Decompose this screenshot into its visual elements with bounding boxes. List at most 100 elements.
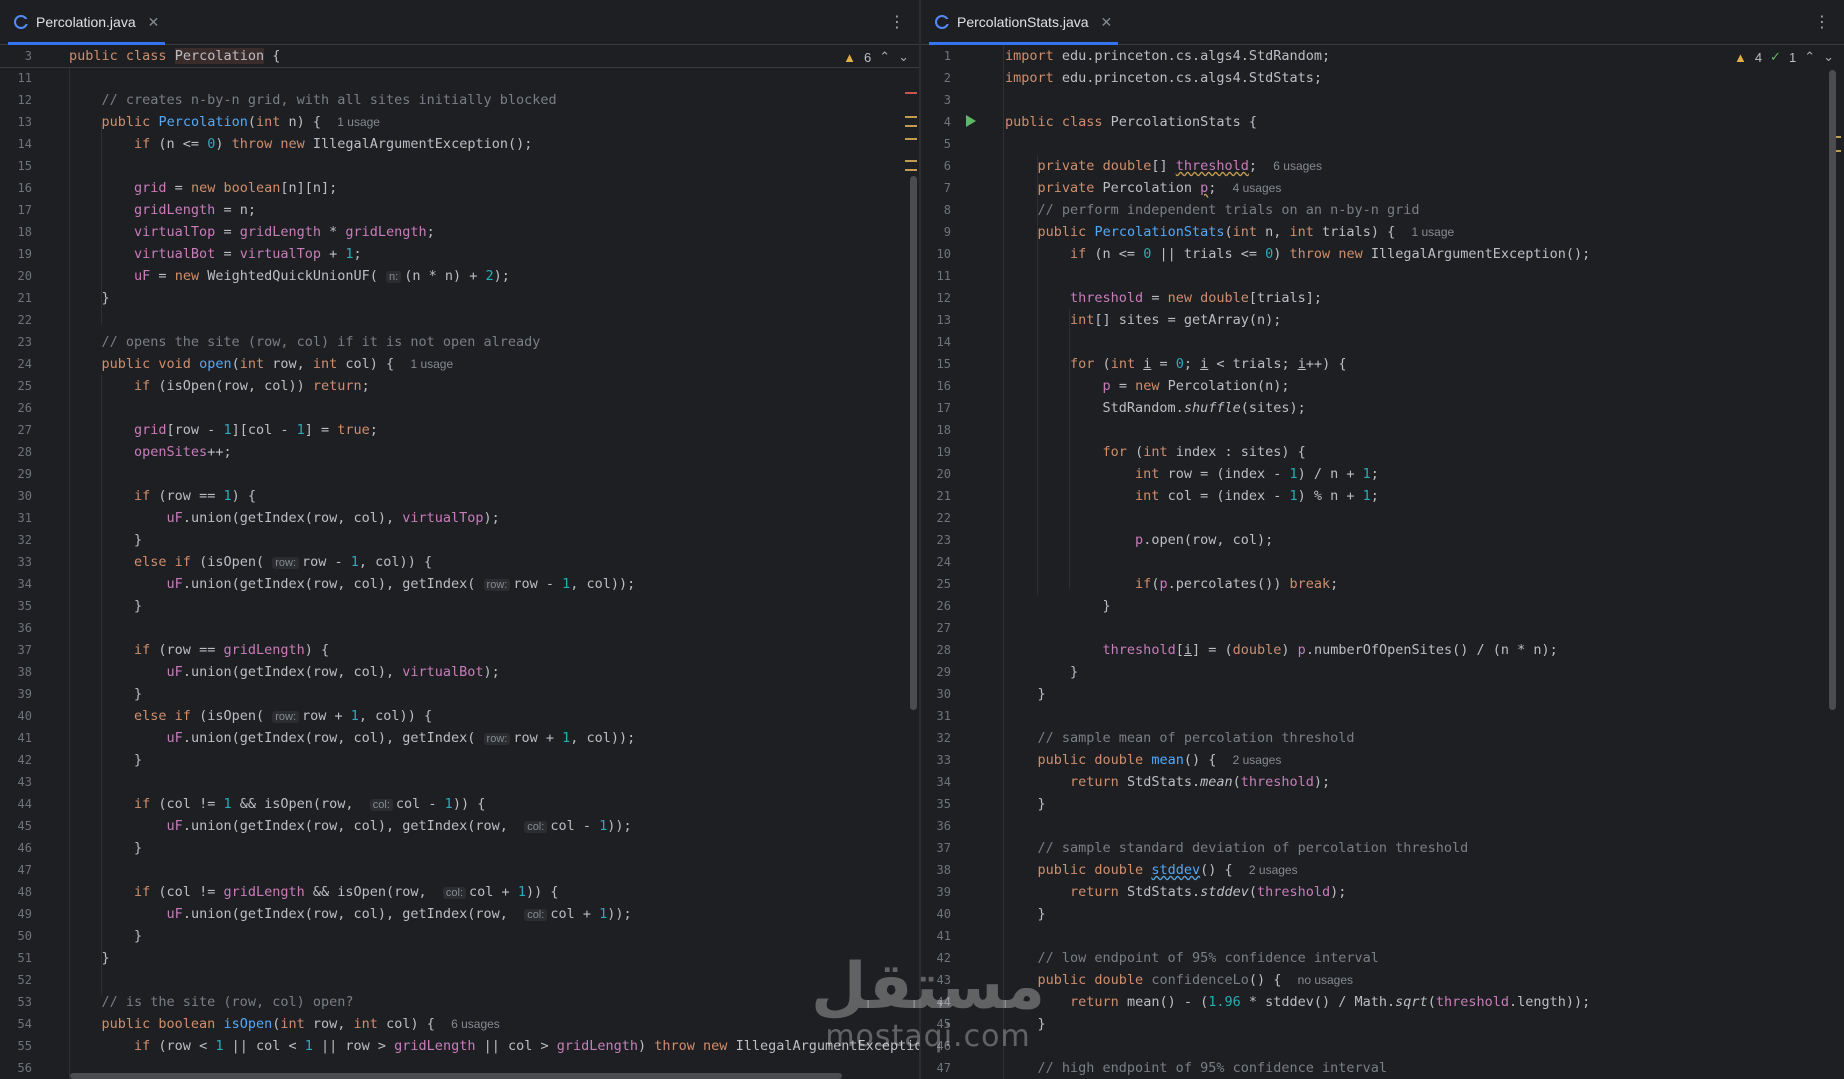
more-options-icon[interactable]: ⋮ [889,12,905,31]
line-number[interactable]: 16 [2,177,32,199]
line-number[interactable]: 35 [2,595,32,617]
code-line[interactable]: uF.union(getIndex(row, col), virtualTop)… [69,507,500,529]
line-number[interactable]: 32 [2,529,32,551]
line-number[interactable]: 31 [2,507,32,529]
more-options-icon[interactable]: ⋮ [1814,12,1830,31]
line-number[interactable]: 24 [2,353,32,375]
code-line[interactable]: public class PercolationStats { [1005,111,1257,133]
vertical-scrollbar[interactable] [1829,70,1836,710]
line-number[interactable]: 14 [2,133,32,155]
warning-stripe-mark[interactable] [905,116,917,118]
chevron-down-icon[interactable]: ⌄ [898,49,909,65]
line-number[interactable]: 52 [2,969,32,991]
line-number[interactable]: 42 [2,749,32,771]
line-number[interactable]: 40 [2,705,32,727]
code-line[interactable]: grid = new boolean[n][n]; [69,177,337,199]
code-line[interactable]: if (isOpen(row, col)) return; [69,375,370,397]
code-line[interactable]: uF.union(getIndex(row, col), getIndex( r… [69,727,636,749]
line-number[interactable]: 11 [921,265,951,287]
code-line[interactable]: StdRandom.shuffle(sites); [1005,397,1306,419]
code-line[interactable]: // perform independent trials on an n-by… [1005,199,1420,221]
line-number[interactable]: 3 [921,89,951,111]
code-line[interactable]: } [69,287,110,309]
code-line[interactable]: } [1005,903,1046,925]
line-number[interactable]: 22 [2,309,32,331]
line-number[interactable]: 54 [2,1013,32,1035]
line-number[interactable]: 45 [2,815,32,837]
close-tab-icon[interactable]: ✕ [148,14,160,31]
code-line[interactable]: return mean() - (1.96 * stddev() / Math.… [1005,991,1590,1013]
code-editor-left[interactable]: 11 12 // creates n-by-n grid, with all si… [0,45,919,1079]
line-number[interactable]: 26 [921,595,951,617]
line-number[interactable]: 36 [921,815,951,837]
line-number[interactable]: 37 [2,639,32,661]
line-number[interactable]: 30 [2,485,32,507]
line-number[interactable]: 47 [2,859,32,881]
line-number[interactable]: 35 [921,793,951,815]
code-line[interactable]: } [1005,595,1111,617]
code-line[interactable]: import edu.princeton.cs.algs4.StdStats; [1005,67,1322,89]
line-number[interactable]: 11 [2,67,32,89]
line-number[interactable]: 22 [921,507,951,529]
code-line[interactable]: uF.union(getIndex(row, col), virtualBot)… [69,661,500,683]
code-line[interactable]: } [69,749,142,771]
line-number[interactable]: 15 [921,353,951,375]
code-line[interactable]: } [1005,793,1046,815]
line-number[interactable]: 24 [921,551,951,573]
code-line[interactable]: gridLength = n; [69,199,256,221]
line-number[interactable]: 28 [921,639,951,661]
tab-percolationstats-java[interactable]: PercolationStats.java ✕ [929,0,1119,45]
code-line[interactable]: else if (isOpen( row: row - 1, col)) { [69,551,432,573]
code-line[interactable]: if(p.percolates()) break; [1005,573,1338,595]
line-number[interactable]: 25 [921,573,951,595]
line-number[interactable]: 48 [2,881,32,903]
code-line[interactable]: return StdStats.stddev(threshold); [1005,881,1346,903]
code-line[interactable]: } [69,947,110,969]
line-number[interactable]: 39 [2,683,32,705]
line-number[interactable]: 37 [921,837,951,859]
line-number[interactable]: 16 [921,375,951,397]
line-number[interactable]: 53 [2,991,32,1013]
line-number[interactable]: 50 [2,925,32,947]
code-line[interactable]: for (int index : sites) { [1005,441,1306,463]
line-number[interactable]: 46 [2,837,32,859]
code-line[interactable]: } [1005,683,1046,705]
code-line[interactable]: // creates n-by-n grid, with all sites i… [69,89,557,111]
code-line[interactable]: public double confidenceLo() { no usages [1005,969,1354,991]
editor-pane-left[interactable]: Percolation.java ✕ ⋮ 3 public class Perc… [0,0,919,1079]
code-line[interactable]: if (row == gridLength) { [69,639,329,661]
line-number[interactable]: 39 [921,881,951,903]
code-line[interactable]: public Percolation(int n) { 1 usage [69,111,380,133]
code-line[interactable]: if (n <= 0) throw new IllegalArgumentExc… [69,133,532,155]
code-line[interactable]: uF.union(getIndex(row, col), getIndex(ro… [69,815,632,837]
inspection-widget-left[interactable]: ▲ 6 ⌃ ⌄ [843,49,909,65]
code-line[interactable]: uF.union(getIndex(row, col), getIndex( r… [69,573,636,595]
code-line[interactable]: threshold = new double[trials]; [1005,287,1322,309]
code-line[interactable]: public double mean() { 2 usages [1005,749,1282,771]
line-number[interactable]: 26 [2,397,32,419]
line-number[interactable]: 10 [921,243,951,265]
line-number[interactable]: 56 [2,1057,32,1079]
line-number[interactable]: 44 [2,793,32,815]
code-line[interactable]: // sample mean of percolation threshold [1005,727,1355,749]
line-number[interactable]: 41 [2,727,32,749]
line-number[interactable]: 12 [921,287,951,309]
line-number[interactable]: 17 [921,397,951,419]
line-number[interactable]: 13 [921,309,951,331]
line-number[interactable]: 38 [2,661,32,683]
horizontal-scrollbar[interactable] [70,1073,842,1079]
line-number[interactable]: 27 [2,419,32,441]
code-line[interactable]: } [69,683,142,705]
code-line[interactable]: p = new Percolation(n); [1005,375,1290,397]
line-number[interactable]: 49 [2,903,32,925]
line-number[interactable]: 33 [2,551,32,573]
line-number[interactable]: 41 [921,925,951,947]
line-number[interactable]: 19 [921,441,951,463]
line-number[interactable]: 7 [921,177,951,199]
line-number[interactable]: 40 [921,903,951,925]
code-line[interactable]: for (int i = 0; i < trials; i++) { [1005,353,1346,375]
code-line[interactable]: virtualTop = gridLength * gridLength; [69,221,435,243]
tab-percolation-java[interactable]: Percolation.java ✕ [8,0,166,45]
warning-stripe-mark[interactable] [905,160,917,162]
code-line[interactable]: int col = (index - 1) % n + 1; [1005,485,1379,507]
